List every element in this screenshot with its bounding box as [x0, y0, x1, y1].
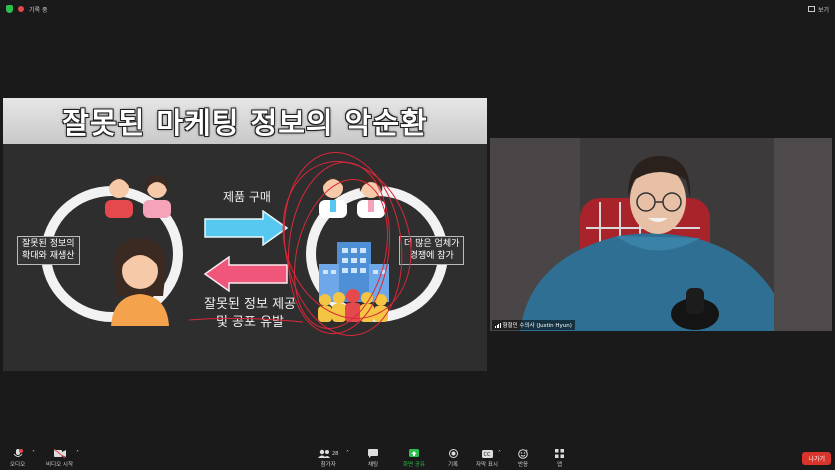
slide-title-bar: 잘못된 마케팅 정보의 악순환: [3, 98, 487, 144]
chevron-up-icon: ˄: [346, 450, 349, 457]
chevron-up-icon: ˄: [32, 450, 35, 457]
reactions-label: 반응: [518, 462, 529, 468]
captions-icon: CC: [481, 449, 493, 458]
security-shield-icon[interactable]: [6, 5, 13, 13]
participant-video[interactable]: 형철민 수의사 (Justin Hyun): [490, 138, 832, 331]
share-label: 화면 공유: [403, 462, 425, 468]
recording-dot-icon: [18, 6, 24, 12]
captions-button[interactable]: CC 자막 표시: [476, 449, 498, 468]
audio-label: 오디오: [10, 462, 26, 468]
apps-icon: [555, 449, 564, 458]
participants-icon: 28: [318, 449, 338, 458]
view-label: 보기: [817, 6, 829, 14]
record-button[interactable]: 기록: [448, 449, 458, 468]
share-screen-button[interactable]: 화면 공유: [403, 449, 425, 468]
participants-count: 28: [332, 450, 339, 457]
participants-options-chevron[interactable]: ˄: [346, 449, 349, 458]
slide-body: 잘못된 정보의 확대와 재생산 더 많은 업체가 경쟁에 참가 제품 구매 잘못…: [3, 144, 487, 371]
leave-button[interactable]: 나가기: [802, 452, 831, 465]
audio-button[interactable]: 오디오: [10, 448, 26, 468]
share-screen-icon: [409, 449, 419, 458]
reactions-button[interactable]: + 반응: [518, 449, 529, 469]
annotation-scribble: [188, 152, 412, 336]
video-button[interactable]: 비디오 시작: [46, 449, 73, 468]
view-button[interactable]: 보기: [807, 5, 829, 14]
record-icon: [448, 449, 458, 458]
chevron-up-icon: ˄: [498, 450, 501, 457]
audio-options-chevron[interactable]: ˄: [32, 449, 35, 458]
microphone-muted-icon: [13, 448, 23, 458]
chat-button[interactable]: 채팅: [368, 449, 378, 468]
participants-label: 참가자: [320, 462, 336, 468]
video-options-chevron[interactable]: ˄: [76, 449, 79, 458]
participant-name-tag: 형철민 수의사 (Justin Hyun): [492, 320, 575, 330]
meeting-toolbar: 오디오 ˄ 비디오 시작 ˄ 28 참가자 ˄ 채팅 화면 공유 기록 CC 자…: [0, 446, 835, 470]
captions-label: 자막 표시: [476, 462, 498, 468]
chat-icon: [368, 449, 379, 458]
svg-text:+: +: [525, 449, 528, 453]
svg-text:CC: CC: [483, 452, 490, 458]
chevron-up-icon: ˄: [76, 450, 79, 457]
top-left-group: 기록 중: [6, 5, 47, 14]
top-bar: 기록 중 보기: [0, 0, 835, 18]
recording-label: 기록 중: [29, 6, 48, 14]
captions-options-chevron[interactable]: ˄: [498, 449, 501, 458]
video-label: 비디오 시작: [46, 462, 74, 468]
apps-label: 앱: [556, 462, 563, 468]
slide-title: 잘못된 마케팅 정보의 악순환: [62, 106, 428, 140]
reaction-smile-icon: +: [518, 449, 528, 459]
chat-label: 채팅: [368, 462, 379, 468]
grid-view-icon: [807, 6, 815, 12]
record-label: 기록: [448, 462, 459, 468]
participant-name: 형철민 수의사 (Justin Hyun): [502, 323, 572, 329]
signal-strength-icon: [495, 322, 501, 328]
video-off-icon: [53, 449, 66, 458]
apps-button[interactable]: 앱: [555, 449, 564, 468]
shared-screen[interactable]: 잘못된 마케팅 정보의 악순환 잘못된 정보의 확대와 재생산 더 많은 업체가…: [3, 98, 487, 371]
participant-video-frame: [490, 138, 832, 331]
participants-button[interactable]: 28 참가자: [318, 449, 338, 468]
